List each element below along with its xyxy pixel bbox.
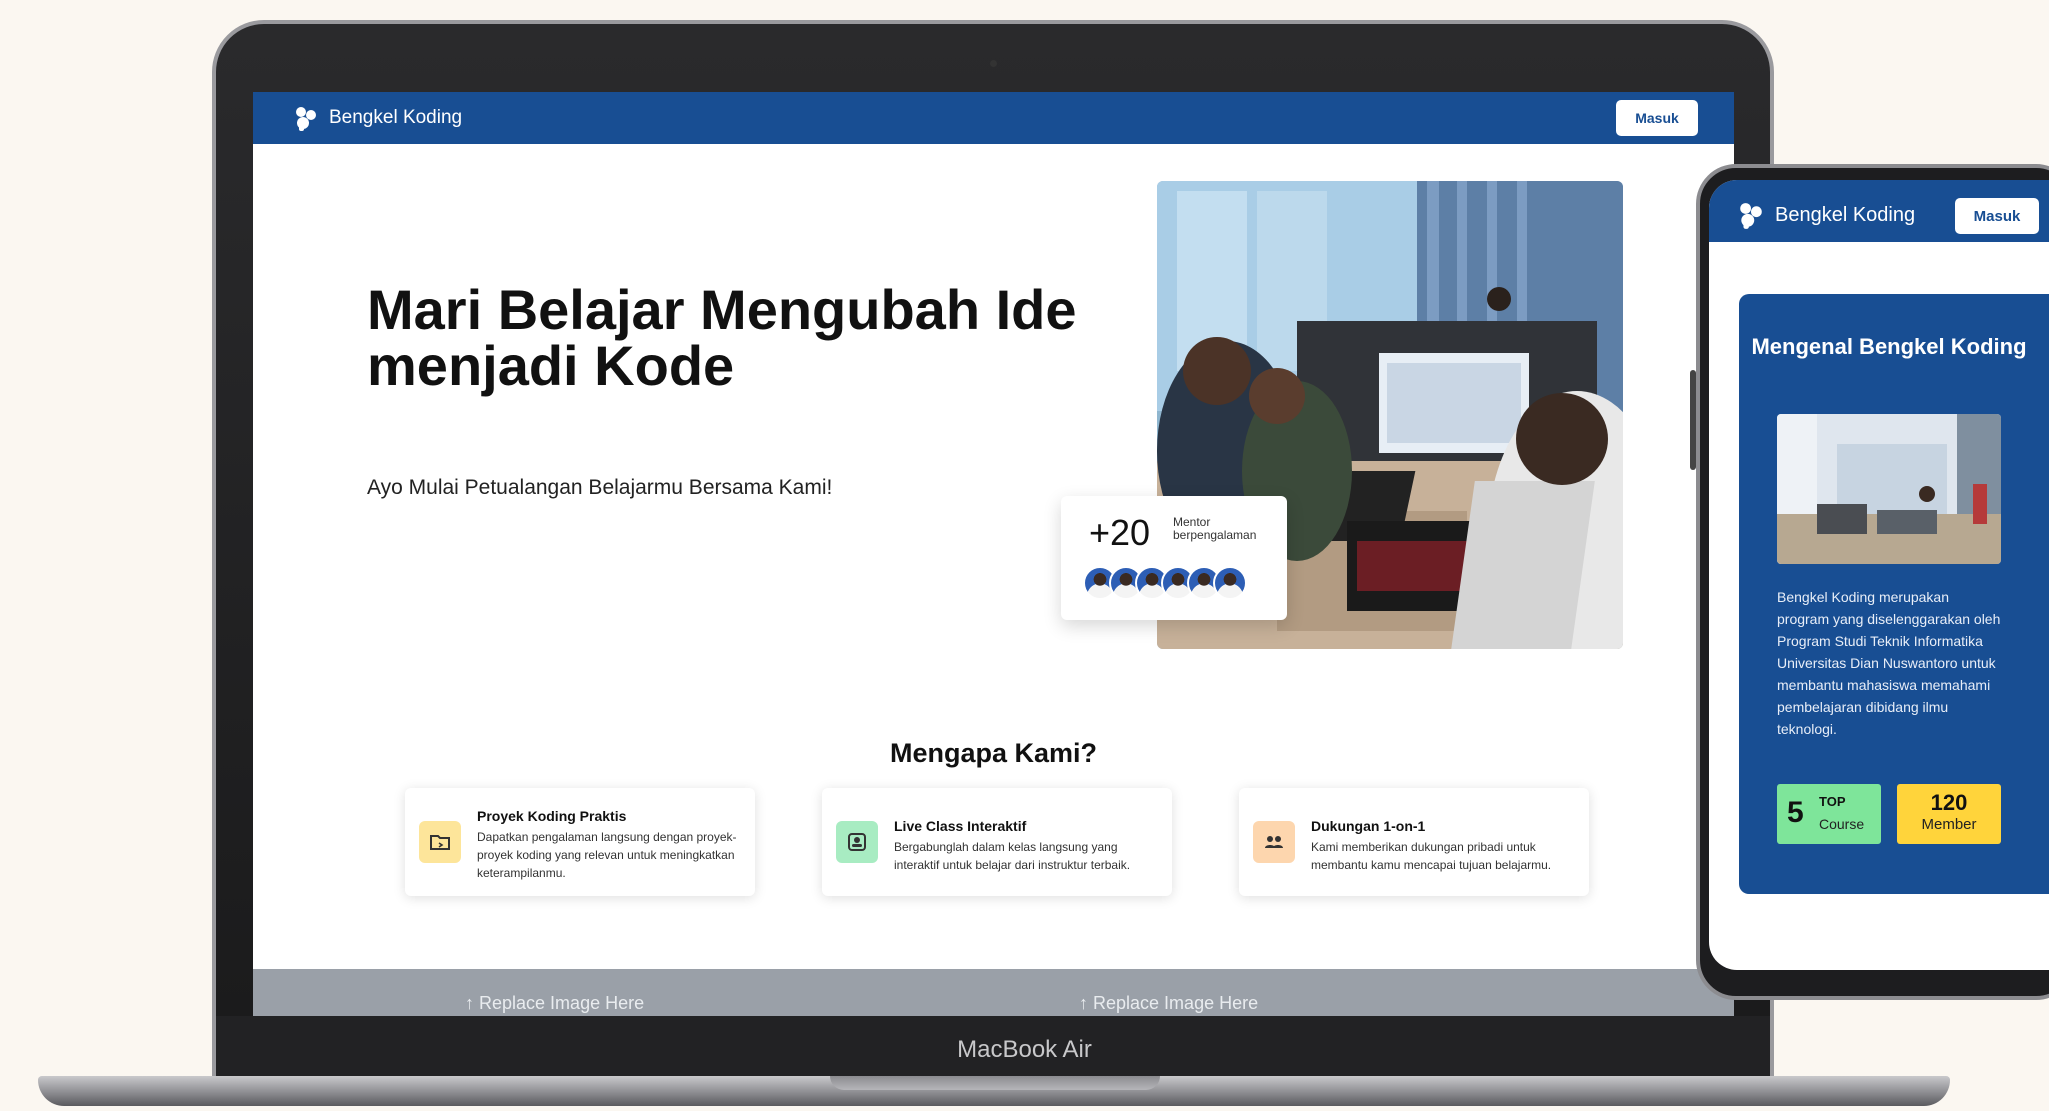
mentor-label-line-2: berpengalaman	[1173, 528, 1257, 542]
image-placeholder[interactable]: ↑ Replace Image Here	[1079, 993, 1258, 1014]
stat-value: 5	[1787, 796, 1804, 829]
mentor-label: Mentor berpengalaman	[1173, 516, 1273, 542]
brand-logo-icon[interactable]	[1737, 202, 1765, 230]
people-support-icon	[1253, 821, 1295, 863]
feature-title: Proyek Koding Praktis	[477, 808, 627, 824]
video-class-icon	[836, 821, 878, 863]
stat-value: 120	[1930, 790, 1968, 815]
phone-screen: Bengkel Koding Masuk Mengenal Bengkel Ko…	[1709, 180, 2049, 970]
stat-tag: TOP	[1819, 794, 1846, 809]
about-card-description: Bengkel Koding merupakan program yang di…	[1777, 589, 2001, 737]
image-placeholder[interactable]: ↑ Replace Image Here	[465, 993, 644, 1014]
laptop-notch	[830, 1076, 1160, 1090]
folder-code-icon	[419, 821, 461, 863]
image-placeholder-label: Replace Image Here	[479, 993, 645, 1013]
hero-subtitle: Ayo Mulai Petualangan Belajarmu Bersama …	[367, 476, 833, 499]
about-card-photo	[1777, 414, 2001, 564]
device-label: MacBook Air	[957, 1036, 1092, 1063]
login-button[interactable]: Masuk	[1955, 198, 2039, 234]
brand-name[interactable]: Bengkel Koding	[329, 107, 462, 129]
about-card: Mengenal Bengkel Koding Bengkel Koding m…	[1739, 294, 2049, 894]
camera-icon	[990, 60, 997, 67]
mentor-count: +20	[1089, 512, 1151, 553]
stat-top-course: 5 TOP Course	[1777, 784, 1881, 844]
brand-name[interactable]: Bengkel Koding	[1775, 204, 1915, 227]
stat-member: 120 Member	[1897, 784, 2001, 844]
stat-label: Member	[1921, 816, 1977, 833]
feature-desc: Kami memberikan dukungan pribadi untuk m…	[1311, 840, 1552, 872]
hero-title-line-2: menjadi Kode	[367, 334, 735, 397]
why-section-title: Mengapa Kami?	[889, 738, 1098, 768]
phone-navbar: Bengkel Koding Masuk	[1709, 180, 2049, 242]
image-placeholder-label: Replace Image Here	[1093, 993, 1259, 1013]
feature-card-projects[interactable]: Proyek Koding Praktis Dapatkan pengalama…	[405, 788, 755, 896]
laptop-screen: Bengkel Koding Masuk Mari Belajar Mengub…	[253, 92, 1734, 1016]
hero-title-line-1: Mari Belajar Mengubah Ide	[367, 278, 1077, 341]
feature-title: Live Class Interaktif	[894, 818, 1027, 834]
login-button[interactable]: Masuk	[1616, 100, 1698, 136]
about-card-title: Mengenal Bengkel Koding	[1751, 334, 2027, 359]
hero-title: Mari Belajar Mengubah Ide menjadi Kode	[367, 282, 1127, 394]
brand-logo-icon[interactable]	[293, 106, 319, 132]
feature-card-support[interactable]: Dukungan 1-on-1 Kami memberikan dukungan…	[1239, 788, 1589, 896]
navbar: Bengkel Koding Masuk	[253, 92, 1734, 144]
feature-desc: Bergabunglah dalam kelas langsung yang i…	[894, 840, 1131, 872]
feature-card-live-class[interactable]: Live Class Interaktif Bergabunglah dalam…	[822, 788, 1172, 896]
feature-title: Dukungan 1-on-1	[1311, 818, 1426, 834]
mentor-badge: +20 Mentor berpengalaman	[1061, 496, 1287, 620]
mentor-avatars	[1083, 566, 1247, 600]
image-placeholder-strip: ↑ Replace Image Here ↑ Replace Image Her…	[253, 969, 1734, 1016]
avatar	[1213, 566, 1247, 600]
stat-label: Course	[1819, 816, 1865, 832]
feature-desc: Dapatkan pengalaman langsung dengan proy…	[477, 830, 737, 880]
